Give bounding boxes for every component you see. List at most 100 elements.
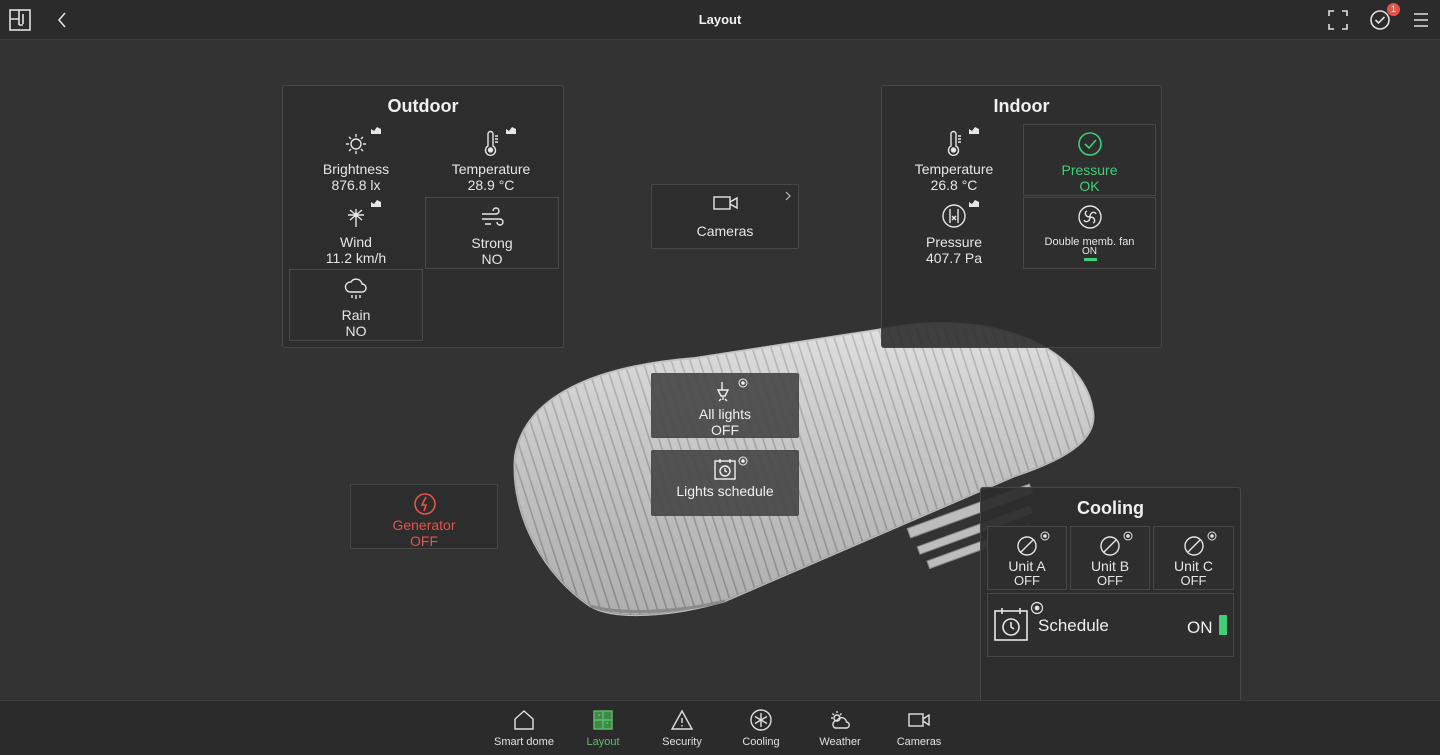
unit-label: Unit B bbox=[1090, 558, 1130, 574]
wind-value: 11.2 km/h bbox=[325, 250, 387, 266]
cooling-title: Cooling bbox=[1077, 498, 1144, 518]
settings-icon[interactable] bbox=[1207, 531, 1217, 541]
bottom-navigation: Smart dome Layout Security Cooling Weath… bbox=[0, 700, 1440, 755]
settings-icon[interactable] bbox=[1030, 601, 1044, 615]
nav-layout[interactable]: Layout bbox=[564, 701, 642, 755]
unit-off-icon bbox=[1017, 536, 1037, 556]
pressure-value: 407.7 Pa bbox=[925, 250, 983, 266]
outdoor-temperature-tile[interactable]: Temperature 28.9 °C bbox=[424, 124, 558, 196]
brightness-label: Brightness bbox=[322, 161, 390, 177]
chart-icon[interactable] bbox=[371, 126, 381, 134]
chart-icon[interactable] bbox=[371, 199, 381, 207]
layout-stage: Outdoor Brightness 876.8 lx Temperature … bbox=[0, 41, 1440, 705]
power-icon bbox=[414, 493, 436, 515]
strong-wind-tile[interactable]: Strong NO bbox=[425, 197, 559, 269]
wind-label: Wind bbox=[340, 234, 372, 250]
warning-icon bbox=[670, 709, 694, 730]
brightness-value: 876.8 lx bbox=[331, 177, 381, 193]
cooling-unit-a-tile[interactable]: Unit A OFF bbox=[987, 526, 1067, 590]
rain-label: Rain bbox=[341, 307, 371, 323]
snowflake-icon bbox=[750, 709, 772, 731]
cooling-schedule-label: Schedule bbox=[1038, 616, 1109, 635]
nav-label: Smart dome bbox=[494, 736, 554, 748]
nav-label: Cameras bbox=[896, 736, 942, 748]
cooling-unit-b-tile[interactable]: Unit B OFF bbox=[1070, 526, 1150, 590]
strong-label: Strong bbox=[471, 235, 513, 251]
outdoor-temperature-label: Temperature bbox=[451, 161, 531, 177]
settings-icon[interactable] bbox=[1040, 531, 1050, 541]
nav-label: Layout bbox=[586, 736, 620, 748]
rain-tile[interactable]: Rain NO bbox=[289, 269, 423, 341]
cooling-unit-c-tile[interactable]: Unit C OFF bbox=[1153, 526, 1234, 590]
cooling-schedule-tile[interactable]: Schedule ON bbox=[987, 593, 1234, 657]
unit-value: OFF bbox=[1180, 573, 1207, 588]
rain-icon bbox=[344, 278, 367, 299]
anemometer-icon bbox=[348, 209, 364, 227]
nav-label: Cooling bbox=[742, 736, 780, 748]
indoor-panel: Indoor Temperature 26.8 °C Pressure OK P… bbox=[881, 85, 1162, 348]
nav-cameras[interactable]: Cameras bbox=[880, 701, 958, 755]
unit-value: OFF bbox=[1014, 573, 1040, 588]
unit-value: OFF bbox=[1097, 573, 1123, 588]
camera-icon bbox=[713, 196, 738, 210]
all-lights-label: All lights bbox=[698, 406, 752, 422]
settings-icon[interactable] bbox=[738, 378, 748, 388]
lights-schedule-card[interactable]: Lights schedule bbox=[651, 450, 799, 516]
all-lights-card[interactable]: All lights OFF bbox=[651, 373, 799, 438]
chart-icon[interactable] bbox=[506, 126, 516, 134]
nav-smart-dome[interactable]: Smart dome bbox=[485, 701, 563, 755]
nav-label: Security bbox=[662, 736, 702, 748]
fan-tile[interactable]: Double memb. fan ON bbox=[1023, 197, 1156, 269]
fullscreen-icon[interactable] bbox=[1326, 8, 1350, 32]
top-bar: Layout 1 bbox=[0, 0, 1440, 40]
fan-status-bar bbox=[1084, 258, 1097, 261]
home-icon bbox=[514, 710, 534, 730]
cameras-card[interactable]: Cameras bbox=[651, 184, 799, 249]
settings-icon[interactable] bbox=[1123, 531, 1133, 541]
pressure-status-tile[interactable]: Pressure OK bbox=[1023, 124, 1156, 196]
menu-icon[interactable] bbox=[1409, 8, 1433, 32]
chevron-right-icon[interactable] bbox=[784, 191, 792, 201]
indoor-title: Indoor bbox=[993, 96, 1050, 116]
thermometer-icon bbox=[484, 130, 498, 156]
nav-weather[interactable]: Weather bbox=[801, 701, 879, 755]
gauge-icon bbox=[942, 204, 966, 228]
strong-value: NO bbox=[481, 251, 503, 267]
pressure-status-label: Pressure bbox=[1061, 162, 1118, 178]
unit-label: Unit A bbox=[1008, 558, 1046, 574]
lights-schedule-label: Lights schedule bbox=[676, 483, 774, 499]
indoor-temperature-label: Temperature bbox=[914, 161, 994, 177]
indoor-temperature-tile[interactable]: Temperature 26.8 °C bbox=[887, 124, 1021, 196]
pressure-tile[interactable]: Pressure 407.7 Pa bbox=[887, 197, 1021, 269]
outdoor-title: Outdoor bbox=[387, 96, 459, 116]
weather-icon bbox=[831, 711, 850, 729]
all-lights-value: OFF bbox=[711, 422, 739, 438]
wind-tile[interactable]: Wind 11.2 km/h bbox=[289, 197, 423, 269]
fan-icon bbox=[1077, 205, 1102, 229]
unit-off-icon bbox=[1100, 536, 1120, 556]
calendar-clock-icon bbox=[714, 459, 736, 480]
nav-security[interactable]: Security bbox=[643, 701, 721, 755]
chart-icon[interactable] bbox=[969, 126, 979, 134]
cooling-schedule-value: ON bbox=[1187, 618, 1213, 637]
outdoor-temperature-value: 28.9 °C bbox=[467, 177, 515, 193]
check-circle-icon bbox=[1077, 132, 1102, 156]
page-title: Layout bbox=[698, 12, 742, 27]
unit-off-icon bbox=[1183, 536, 1204, 556]
layout-icon bbox=[593, 710, 613, 730]
fan-value: ON bbox=[1082, 246, 1097, 257]
pressure-label: Pressure bbox=[925, 234, 983, 250]
nav-cooling[interactable]: Cooling bbox=[722, 701, 800, 755]
settings-icon[interactable] bbox=[738, 456, 748, 466]
chart-icon[interactable] bbox=[969, 199, 979, 207]
cooling-panel: Cooling Unit A OFF Unit B OFF Unit C OFF… bbox=[980, 487, 1241, 705]
brightness-tile[interactable]: Brightness 876.8 lx bbox=[289, 124, 423, 196]
generator-value: OFF bbox=[410, 533, 438, 549]
sun-icon bbox=[346, 134, 366, 154]
notification-badge: 1 bbox=[1387, 3, 1400, 16]
nav-label: Weather bbox=[819, 736, 861, 748]
pressure-status-value: OK bbox=[1079, 178, 1100, 194]
generator-label: Generator bbox=[392, 517, 456, 533]
indoor-temperature-value: 26.8 °C bbox=[930, 177, 978, 193]
generator-card[interactable]: Generator OFF bbox=[350, 484, 498, 549]
